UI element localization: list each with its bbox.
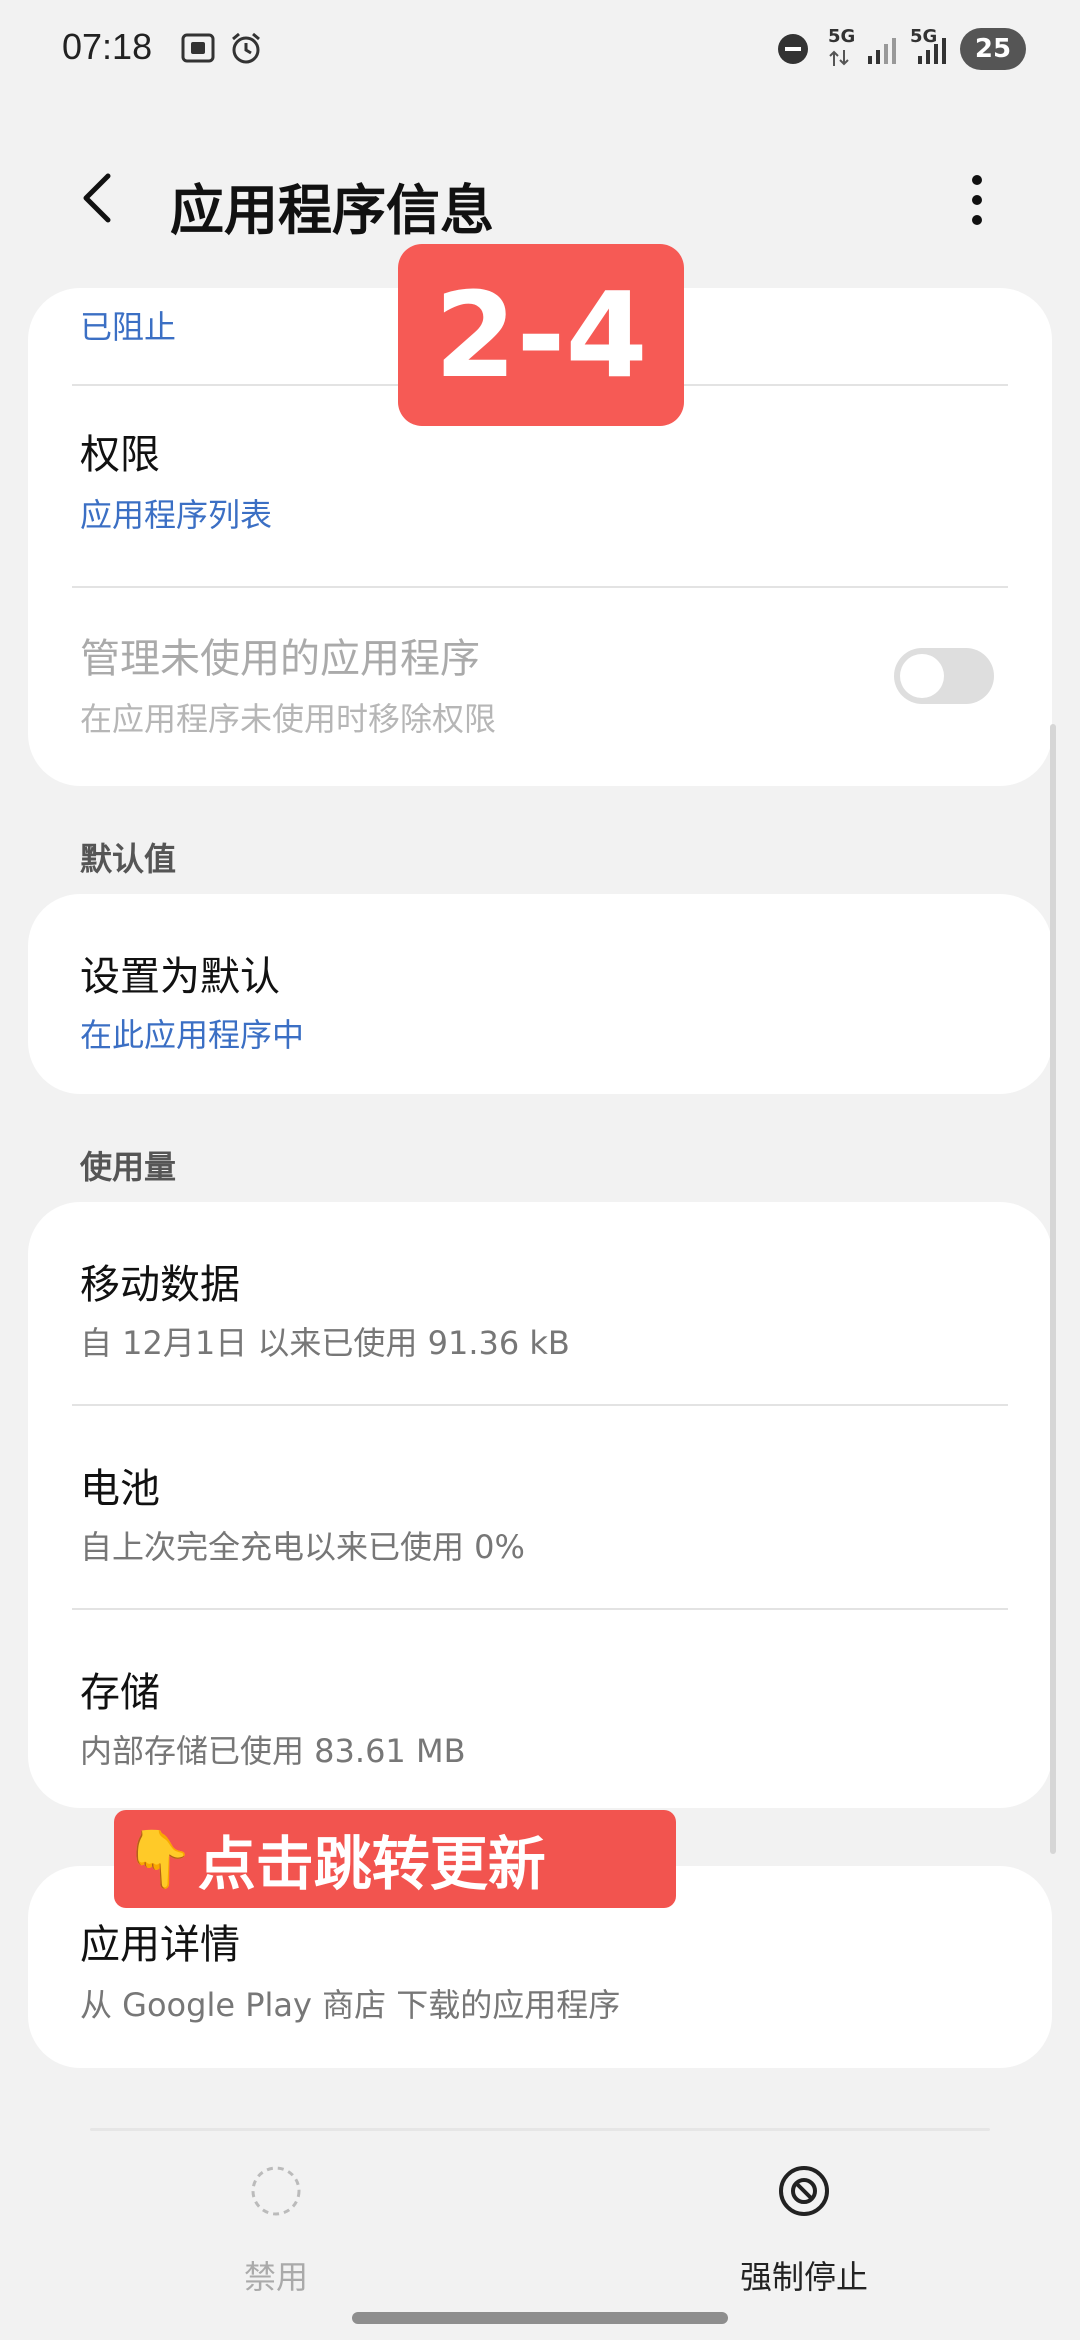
permissions-title: 权限 xyxy=(80,432,160,478)
force-stop-button[interactable]: 强制停止 xyxy=(654,2154,954,2304)
network-type-1: 5G xyxy=(828,26,856,47)
battery-row[interactable]: 电池 自上次完全充电以来已使用 0% xyxy=(28,1406,1052,1606)
app-details-sub: 从 Google Play 商店 下载的应用程序 xyxy=(80,1986,621,2024)
divider xyxy=(90,2128,990,2131)
permissions-sub: 应用程序列表 xyxy=(80,496,273,534)
page-title: 应用程序信息 xyxy=(170,179,494,242)
notifications-status: 已阻止 xyxy=(80,308,177,346)
mobile-data-sub: 自 12月1日 以来已使用 91.36 kB xyxy=(80,1324,570,1362)
battery-level: 25 xyxy=(974,34,1012,64)
storage-sub: 内部存储已使用 83.61 MB xyxy=(80,1732,466,1770)
disable-button[interactable]: 禁用 xyxy=(126,2154,426,2304)
toggle-knob xyxy=(900,654,944,698)
more-options-icon[interactable] xyxy=(962,170,992,230)
disable-label: 禁用 xyxy=(243,2258,308,2296)
manage-unused-toggle[interactable] xyxy=(894,648,994,704)
step-badge: 2-4 xyxy=(398,244,684,426)
pointing-hand-icon: 👇 xyxy=(124,1827,194,1892)
set-default-row[interactable]: 设置为默认 在此应用程序中 xyxy=(28,894,1052,1094)
tap-hint-text: 点击跳转更新 xyxy=(197,1830,546,1898)
alarm-icon xyxy=(232,32,260,64)
tap-hint-banner: 👇 点击跳转更新 xyxy=(114,1810,676,1908)
screenshot-icon xyxy=(181,33,215,63)
disable-icon xyxy=(251,2166,301,2216)
app-details-title: 应用详情 xyxy=(80,1922,240,1968)
signal-icon-2 xyxy=(918,38,946,64)
usage-section-label: 使用量 xyxy=(80,1148,177,1186)
set-default-title: 设置为默认 xyxy=(80,954,280,1000)
defaults-section-label: 默认值 xyxy=(80,840,177,878)
scrollbar[interactable] xyxy=(1050,724,1056,1854)
app-bar: 应用程序信息 xyxy=(0,150,1080,250)
manage-unused-row[interactable]: 管理未使用的应用程序 在应用程序未使用时移除权限 xyxy=(28,588,1052,786)
status-bar: 07:18 5G 5G 25 xyxy=(0,0,1080,100)
battery-sub: 自上次完全充电以来已使用 0% xyxy=(80,1528,525,1566)
dnd-icon xyxy=(778,34,808,64)
status-time: 07:18 xyxy=(62,26,153,67)
manage-unused-sub: 在应用程序未使用时移除权限 xyxy=(80,700,497,738)
signal-icon xyxy=(868,38,896,64)
back-button[interactable] xyxy=(70,168,130,228)
data-arrows-icon xyxy=(829,50,849,66)
mobile-data-title: 移动数据 xyxy=(80,1262,240,1308)
force-stop-label: 强制停止 xyxy=(739,2258,868,2296)
usage-card: 移动数据 自 12月1日 以来已使用 91.36 kB 电池 自上次完全充电以来… xyxy=(28,1202,1052,1808)
force-stop-icon xyxy=(779,2166,829,2216)
home-indicator[interactable] xyxy=(352,2312,728,2324)
battery-title: 电池 xyxy=(80,1466,160,1512)
storage-title: 存储 xyxy=(80,1670,160,1716)
storage-row[interactable]: 存储 内部存储已使用 83.61 MB xyxy=(28,1610,1052,1808)
mobile-data-row[interactable]: 移动数据 自 12月1日 以来已使用 91.36 kB xyxy=(28,1202,1052,1402)
defaults-card: 设置为默认 在此应用程序中 xyxy=(28,894,1052,1094)
set-default-sub: 在此应用程序中 xyxy=(80,1016,305,1054)
battery-icon: 25 xyxy=(960,28,1026,70)
bottom-action-bar: 禁用 强制停止 xyxy=(0,2124,1080,2340)
manage-unused-title: 管理未使用的应用程序 xyxy=(80,636,480,682)
